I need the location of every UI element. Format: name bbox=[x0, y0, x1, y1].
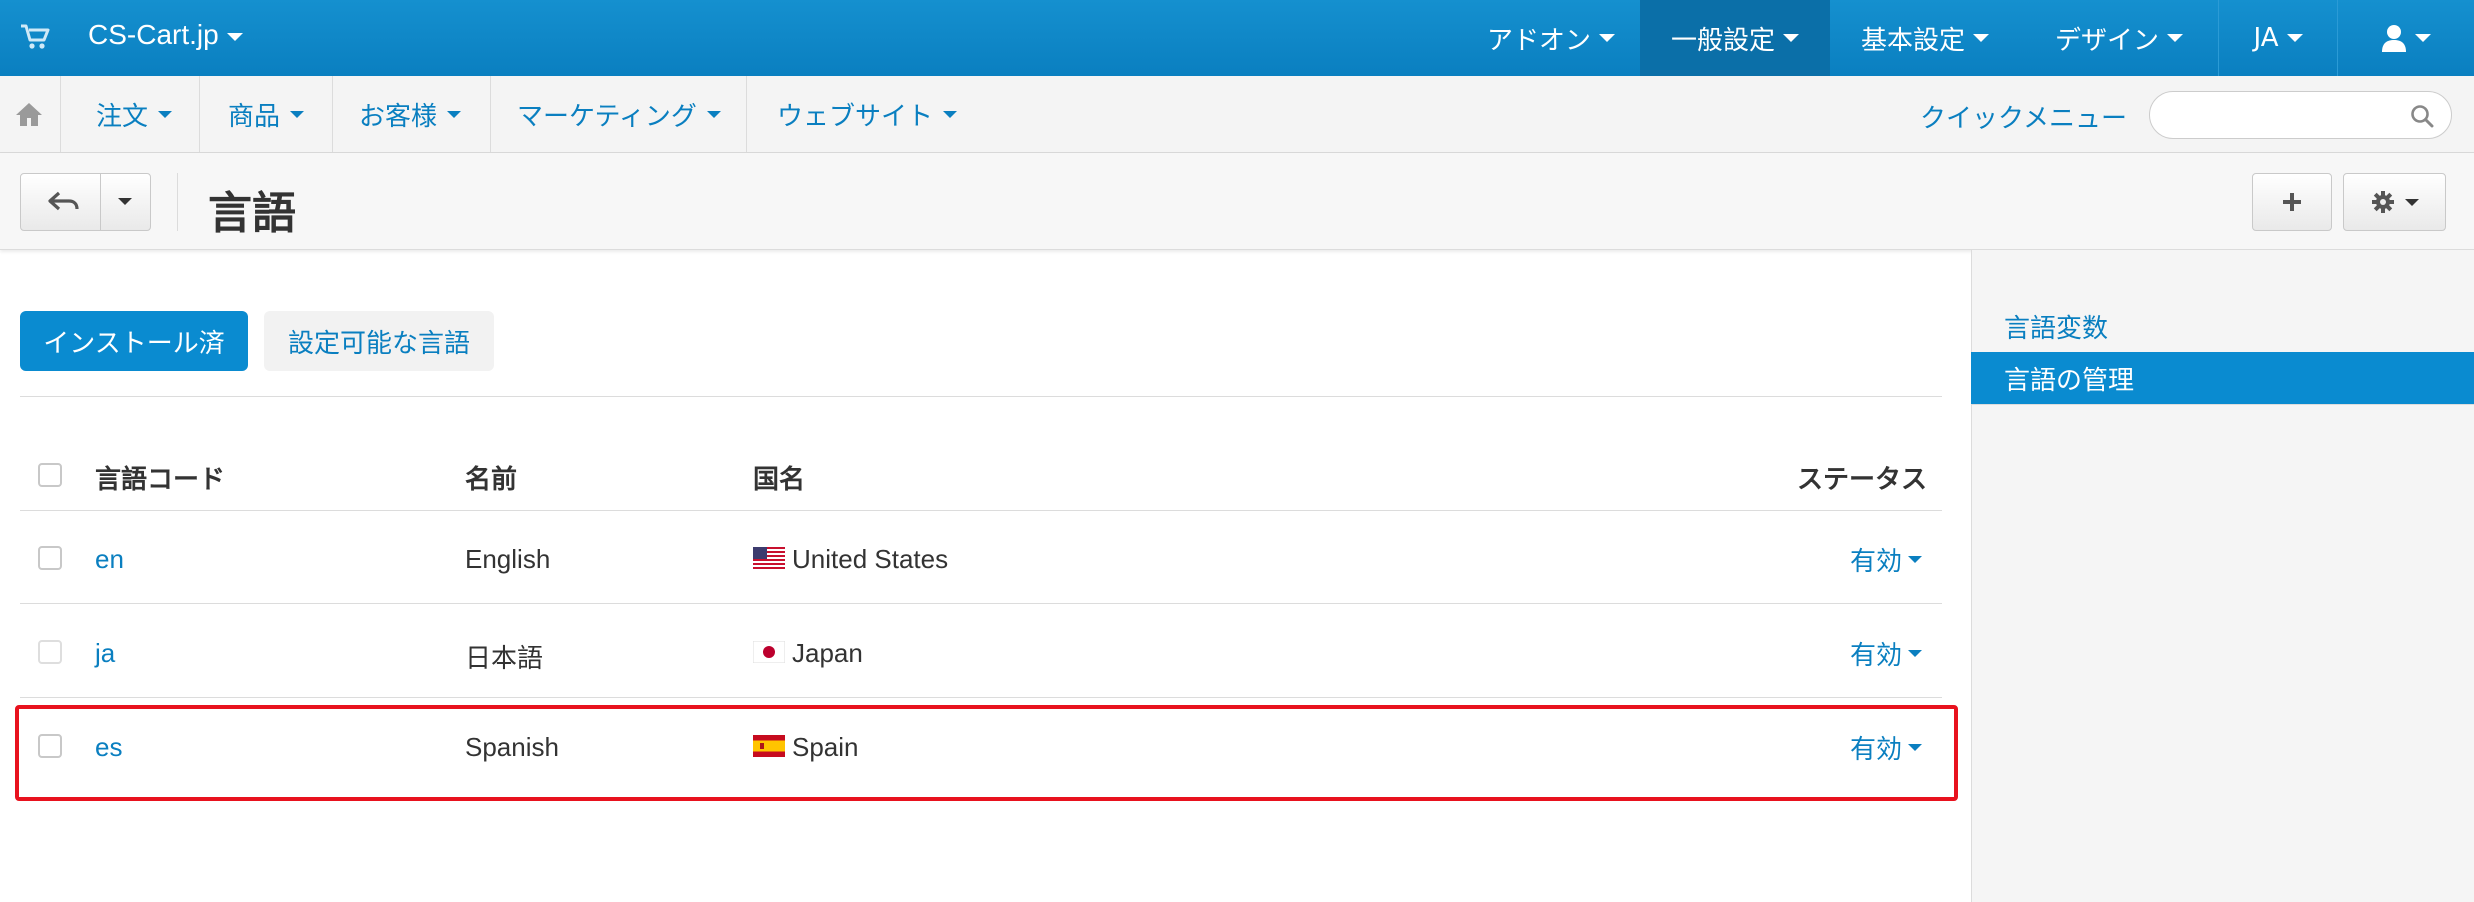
highlight-box bbox=[15, 705, 1958, 801]
status-label: 有効 bbox=[1850, 641, 1903, 671]
top-menu-label: JA bbox=[2253, 23, 2279, 53]
chevron-down-icon bbox=[447, 110, 462, 118]
quick-menu-link[interactable]: クイックメニュー bbox=[1920, 98, 2127, 135]
sidebar-item-language-variables[interactable]: 言語変数 bbox=[1971, 300, 2474, 352]
language-code-link[interactable]: en bbox=[95, 544, 124, 575]
chevron-down-icon bbox=[1908, 650, 1923, 657]
language-name: 日本語 bbox=[465, 643, 544, 673]
country-name: United States bbox=[792, 544, 949, 574]
column-header-name: 名前 bbox=[465, 465, 518, 495]
plus-icon bbox=[2283, 193, 2301, 211]
row-checkbox[interactable] bbox=[38, 546, 62, 570]
add-language-button[interactable] bbox=[2252, 173, 2332, 231]
chevron-down-icon bbox=[943, 110, 958, 118]
nav-item-label: マーケティング bbox=[517, 101, 697, 132]
chevron-down-icon bbox=[1783, 34, 1799, 42]
chevron-down-icon bbox=[1973, 34, 1989, 42]
nav-item-products[interactable]: 商品 bbox=[228, 76, 305, 152]
chevron-down-icon bbox=[2404, 198, 2419, 206]
divider bbox=[332, 76, 333, 152]
chevron-down-icon bbox=[290, 110, 305, 118]
tab-available-languages[interactable]: 設定可能な言語 bbox=[264, 311, 494, 371]
back-button-group bbox=[20, 173, 151, 231]
divider bbox=[1971, 404, 2474, 405]
language-code-link[interactable]: ja bbox=[95, 638, 115, 669]
nav-item-customers[interactable]: お客様 bbox=[359, 76, 462, 152]
divider bbox=[20, 510, 1942, 511]
chevron-down-icon bbox=[2167, 34, 2183, 42]
top-menu-language[interactable]: JA bbox=[2219, 0, 2337, 76]
status-dropdown[interactable]: 有効 bbox=[1850, 635, 1923, 672]
search-icon bbox=[2411, 105, 2434, 128]
top-menu-label: 基本設定 bbox=[1860, 25, 1965, 56]
divider bbox=[60, 76, 61, 152]
user-icon bbox=[2382, 25, 2406, 52]
chevron-down-icon bbox=[226, 32, 243, 41]
column-header-code: 言語コード bbox=[95, 465, 226, 495]
select-all-checkbox[interactable] bbox=[38, 463, 62, 487]
divider bbox=[20, 603, 1942, 604]
top-menu-basic-settings[interactable]: 基本設定 bbox=[1830, 0, 2020, 76]
column-header-status: ステータス bbox=[1797, 465, 1928, 495]
settings-menu-button[interactable] bbox=[2343, 173, 2446, 231]
us-flag-icon bbox=[753, 547, 785, 569]
top-menu-general-settings[interactable]: 一般設定 bbox=[1640, 0, 1830, 76]
country-name: Japan bbox=[792, 638, 863, 668]
page-title: 言語 bbox=[208, 188, 296, 239]
status-label: 有効 bbox=[1850, 547, 1903, 577]
home-icon[interactable] bbox=[14, 100, 44, 130]
top-menu-label: デザイン bbox=[2054, 25, 2159, 56]
top-menu-label: アドオン bbox=[1486, 25, 1591, 56]
top-menu-design[interactable]: デザイン bbox=[2020, 0, 2218, 76]
user-menu[interactable] bbox=[2338, 0, 2474, 76]
divider bbox=[20, 396, 1942, 397]
nav-item-label: 注文 bbox=[96, 101, 149, 132]
top-menu-addons[interactable]: アドオン bbox=[1462, 0, 1640, 76]
chevron-down-icon[interactable] bbox=[118, 198, 132, 205]
nav-item-orders[interactable]: 注文 bbox=[96, 76, 173, 152]
language-name: English bbox=[465, 544, 551, 574]
cart-icon[interactable] bbox=[18, 20, 52, 54]
nav-item-label: 商品 bbox=[228, 101, 281, 132]
chevron-down-icon bbox=[2415, 34, 2431, 42]
chevron-down-icon bbox=[2286, 34, 2303, 42]
jp-flag-icon bbox=[753, 641, 785, 663]
divider bbox=[199, 76, 200, 152]
chevron-down-icon bbox=[158, 110, 173, 118]
top-bar: CS-Cart.jp アドオン 一般設定 基本設定 デザイン JA bbox=[0, 0, 2474, 76]
nav-item-website[interactable]: ウェブサイト bbox=[777, 76, 958, 152]
sidebar-item-manage-languages[interactable]: 言語の管理 bbox=[1971, 352, 2474, 404]
chevron-down-icon bbox=[706, 110, 721, 118]
store-selector[interactable]: CS-Cart.jp bbox=[88, 19, 243, 51]
divider bbox=[20, 697, 1942, 698]
chevron-down-icon bbox=[1599, 34, 1615, 42]
status-dropdown[interactable]: 有効 bbox=[1850, 541, 1923, 578]
divider bbox=[746, 76, 747, 152]
store-name: CS-Cart.jp bbox=[88, 19, 219, 50]
nav-item-label: ウェブサイト bbox=[777, 101, 934, 132]
gear-icon bbox=[2371, 191, 2394, 213]
back-arrow-icon[interactable] bbox=[47, 190, 81, 214]
nav-item-marketing[interactable]: マーケティング bbox=[517, 76, 721, 152]
divider bbox=[490, 76, 491, 152]
tab-installed[interactable]: インストール済 bbox=[20, 311, 248, 371]
chevron-down-icon bbox=[1908, 556, 1923, 563]
page-toolbar: 言語 bbox=[0, 153, 2474, 250]
row-checkbox[interactable] bbox=[38, 640, 62, 664]
search-input[interactable] bbox=[2149, 91, 2452, 139]
divider bbox=[177, 173, 178, 231]
nav-item-label: お客様 bbox=[359, 101, 438, 132]
top-menu-label: 一般設定 bbox=[1670, 25, 1775, 56]
column-header-country: 国名 bbox=[753, 465, 806, 495]
divider bbox=[100, 174, 101, 230]
